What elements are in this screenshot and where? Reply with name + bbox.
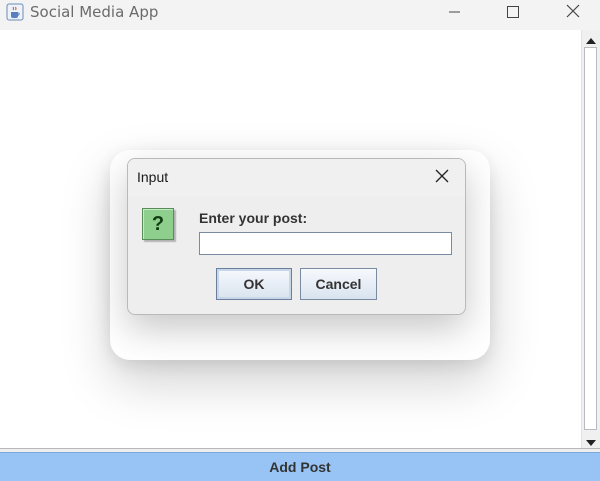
window-title: Social Media App: [30, 3, 159, 21]
close-icon: [435, 168, 449, 187]
close-icon: [566, 3, 580, 22]
close-button[interactable]: [550, 0, 596, 24]
title-bar: Social Media App: [0, 0, 600, 30]
minimize-button[interactable]: [432, 0, 478, 24]
maximize-button[interactable]: [490, 0, 536, 24]
add-post-button[interactable]: Add Post: [0, 452, 600, 481]
prompt-label: Enter your post:: [199, 210, 308, 226]
question-icon: ?: [142, 208, 174, 240]
app-window: Social Media App Add Post Input ? Enter …: [0, 0, 600, 481]
arrow-up-icon: [586, 29, 596, 48]
scroll-up-button[interactable]: [582, 30, 600, 46]
cancel-button[interactable]: Cancel: [300, 268, 377, 300]
dialog-title-bar: Input: [128, 159, 465, 196]
post-input[interactable]: [199, 232, 452, 255]
arrow-down-icon: [586, 431, 596, 450]
ok-button[interactable]: OK: [216, 268, 292, 300]
input-dialog: Input ? Enter your post: OK Cancel: [127, 158, 466, 315]
scroll-down-button[interactable]: [582, 432, 600, 448]
vertical-scrollbar[interactable]: [581, 30, 600, 448]
maximize-icon: [507, 3, 519, 22]
dialog-title: Input: [137, 169, 169, 185]
java-cup-icon: [6, 3, 24, 21]
scroll-thumb[interactable]: [584, 47, 597, 430]
dialog-close-button[interactable]: [434, 169, 450, 185]
minimize-icon: [449, 3, 461, 22]
